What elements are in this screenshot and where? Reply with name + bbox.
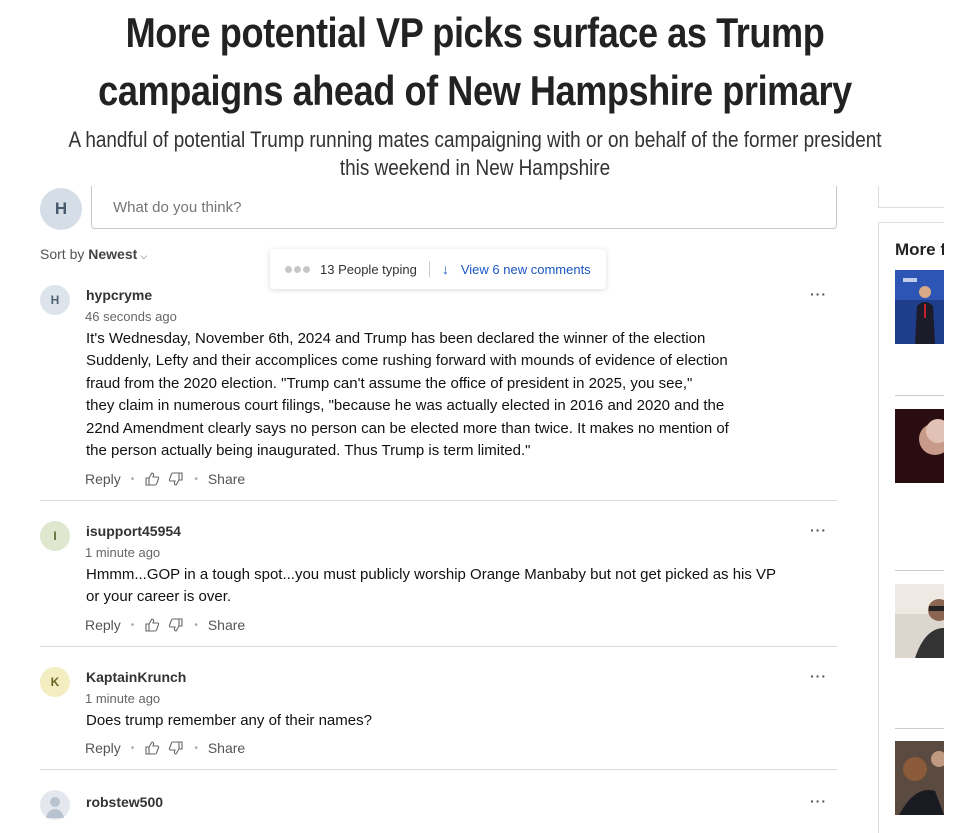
thumbs-down-icon[interactable] [168,471,184,487]
more-options-icon[interactable]: ··· [810,793,827,809]
reply-button[interactable]: Reply [85,617,121,633]
divider [895,570,944,571]
more-options-icon[interactable]: ··· [810,286,827,302]
typing-dots-icon [285,265,310,273]
arrow-down-icon: ↓ [441,261,449,277]
article-subhead: A handful of potential Trump running mat… [68,127,882,180]
share-button[interactable]: Share [208,617,245,633]
avatar: I [40,521,70,551]
comment-item: H hypcryme ··· 46 seconds ago It's Wedne… [40,285,837,501]
rail-title: More from [895,240,944,259]
comment-actions: Reply • • Share [85,471,246,487]
story-thumbnail[interactable] [895,584,944,658]
comment-time: 1 minute ago [85,691,161,706]
story-thumbnail[interactable] [895,409,944,483]
user-avatar: H [40,188,82,230]
reply-button[interactable]: Reply [85,740,121,756]
share-button[interactable]: Share [208,471,245,487]
comment-item: I isupport45954 ··· 1 minute ago Hmmm...… [40,521,837,647]
comment-time: 1 minute ago [85,545,161,560]
sort-prefix: Sort by [40,246,85,262]
more-options-icon[interactable]: ··· [810,668,827,684]
comment-item: robstew500 ··· [40,790,837,833]
comment-username[interactable]: hypcryme [86,287,152,303]
divider [895,728,944,729]
thumbs-down-icon[interactable] [168,740,184,756]
thumbs-down-icon[interactable] [168,617,184,633]
comment-body: It's Wednesday, November 6th, 2024 and T… [86,330,729,460]
more-options-icon[interactable]: ··· [810,522,827,538]
comment-actions: Reply • • Share [85,617,246,633]
comment-username[interactable]: KaptainKrunch [86,669,186,685]
rail-box-top [878,186,944,208]
avatar: K [40,667,70,697]
sort-dropdown[interactable]: Sort by Newest ⌵ [40,246,147,262]
comment-input[interactable] [91,186,837,229]
avatar: H [40,285,70,315]
divider [895,395,944,396]
typing-indicator: 13 People typing ↓ View 6 new comments [270,249,606,289]
view-new-comments-button[interactable]: ↓ View 6 new comments [442,261,591,277]
comment-username[interactable]: isupport45954 [86,523,181,539]
default-avatar-icon [40,790,70,820]
share-button[interactable]: Share [208,740,245,756]
view-new-comments-label: View 6 new comments [460,261,591,277]
comment-body: Does trump remember any of their names? [86,712,372,729]
thumbs-up-icon[interactable] [144,471,160,487]
comment-time: 46 seconds ago [85,309,177,324]
article-headline: More potential VP picks surface as Trump… [98,9,852,114]
typing-label: 13 People typing [320,261,417,277]
reply-button[interactable]: Reply [85,471,121,487]
story-thumbnail[interactable] [895,741,944,815]
story-thumbnail[interactable] [895,270,944,344]
comment-body: Hmmm...GOP in a tough spot...you must pu… [86,566,777,606]
comment-item: K KaptainKrunch ··· 1 minute ago Does tr… [40,667,837,770]
comment-actions: Reply • • Share [85,740,246,756]
chevron-down-icon: ⌵ [140,251,148,261]
thumbs-up-icon[interactable] [144,617,160,633]
comment-username[interactable]: robstew500 [86,794,163,810]
thumbs-up-icon[interactable] [144,740,160,756]
divider [428,261,430,277]
sort-value: Newest [88,246,138,262]
